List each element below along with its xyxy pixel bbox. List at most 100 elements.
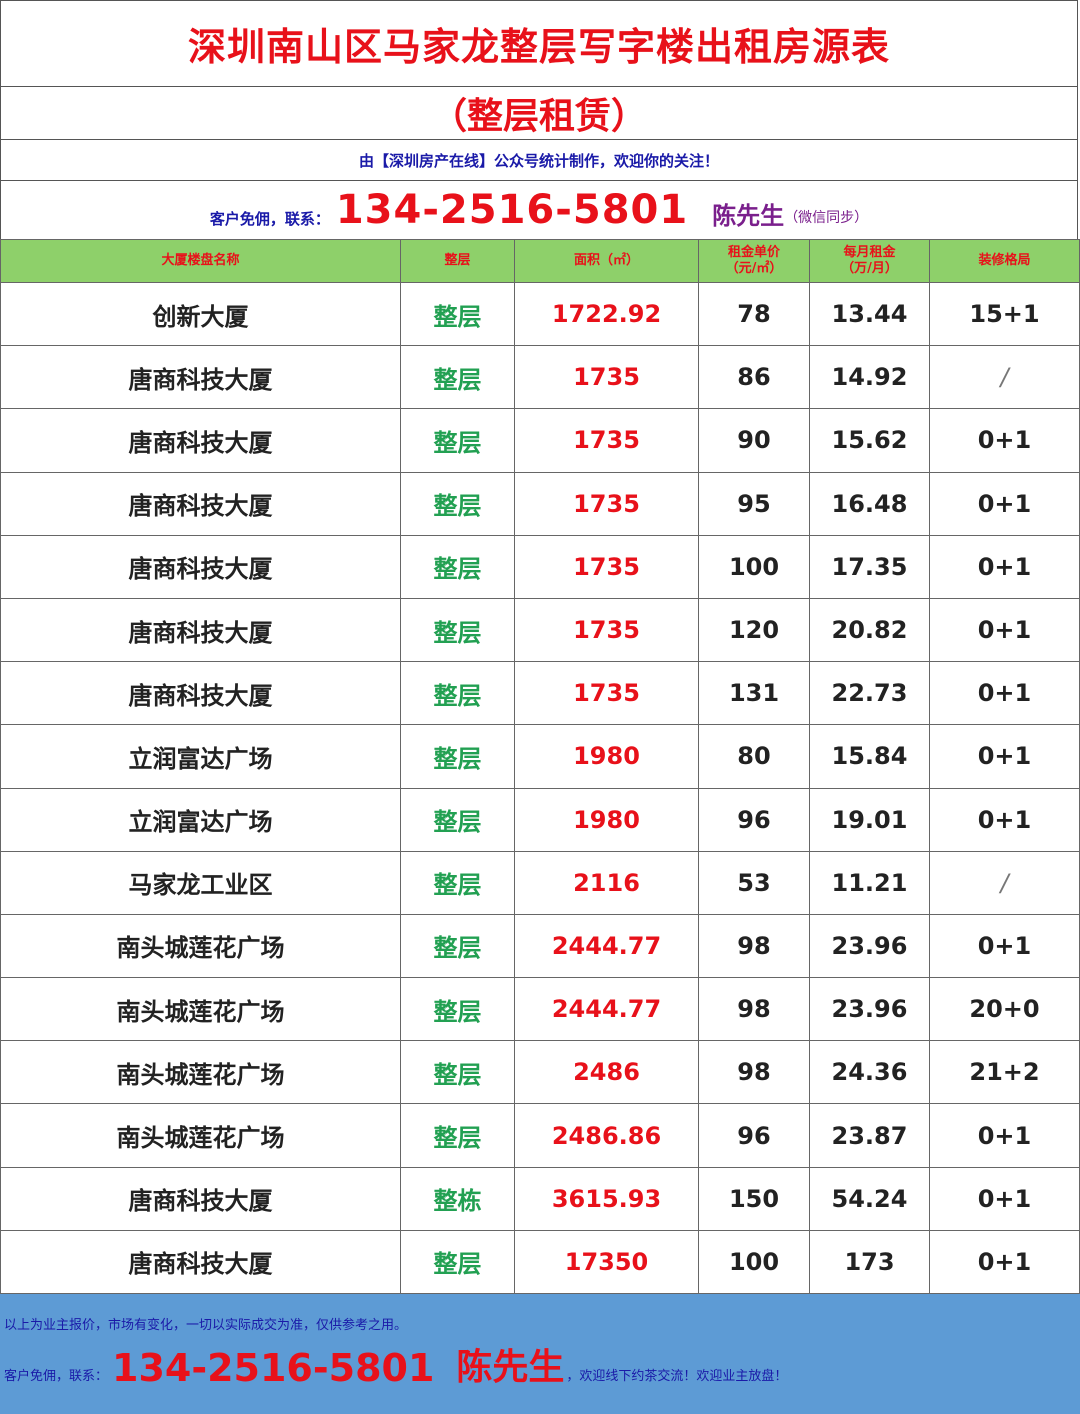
footer-panel: 以上为业主报价，市场有变化，一切以实际成交为准，仅供参考之用。 客户免佣，联系：… bbox=[0, 1294, 1080, 1414]
cell-building: 唐商科技大厦 bbox=[0, 534, 401, 599]
cell-building: 南头城莲花广场 bbox=[0, 1103, 401, 1168]
cell-area: 2444.77 bbox=[514, 977, 699, 1042]
cell-floor-type: 整层 bbox=[400, 1103, 515, 1168]
cell-area: 2116 bbox=[514, 850, 699, 915]
cell-unit-rent: 150 bbox=[698, 1166, 810, 1231]
cell-decoration: 0+1 bbox=[929, 408, 1080, 473]
cell-floor-type: 整层 bbox=[400, 597, 515, 663]
col-header-unit-rent: 租金单价 （元/㎡） bbox=[698, 239, 810, 283]
cell-unit-rent: 96 bbox=[698, 787, 810, 852]
cell-unit-rent: 90 bbox=[698, 408, 810, 473]
cell-area: 2486.86 bbox=[514, 1103, 699, 1168]
cell-decoration: / bbox=[929, 850, 1080, 915]
cell-floor-type: 整层 bbox=[400, 534, 515, 599]
cell-building: 立润富达广场 bbox=[0, 787, 401, 852]
cell-decoration: 0+1 bbox=[929, 787, 1080, 852]
cell-building: 创新大厦 bbox=[0, 281, 401, 347]
cell-monthly-rent: 24.36 bbox=[809, 1040, 930, 1105]
cell-monthly-rent: 19.01 bbox=[809, 787, 930, 852]
table-row: 马家龙工业区 整层 2116 53 11.21/ bbox=[0, 850, 1080, 915]
cell-monthly-rent: 14.92 bbox=[809, 345, 930, 410]
cell-building: 南头城莲花广场 bbox=[0, 1040, 401, 1105]
cell-area: 17350 bbox=[514, 1229, 699, 1295]
col-header-monthly-rent-text: 每月租金 （万/月） bbox=[841, 245, 898, 276]
listing-sheet: 深圳南山区马家龙整层写字楼出租房源表 （整层租赁） 由【深圳房产在线】公众号统计… bbox=[0, 0, 1080, 1414]
cell-monthly-rent: 11.21 bbox=[809, 850, 930, 915]
footer-phone: 134-2516-5801 bbox=[112, 1346, 435, 1390]
title-band: 深圳南山区马家龙整层写字楼出租房源表 bbox=[0, 0, 1078, 86]
cell-building: 立润富达广场 bbox=[0, 724, 401, 789]
contact-band: 客户免佣，联系： 134-2516-5801 陈先生 （微信同步） bbox=[0, 180, 1078, 239]
cell-building: 南头城莲花广场 bbox=[0, 977, 401, 1042]
table-row: 立润富达广场 整层 1980 96 19.01 0+1 bbox=[0, 787, 1080, 852]
cell-unit-rent: 78 bbox=[698, 281, 810, 347]
cell-decoration: 0+1 bbox=[929, 471, 1080, 536]
table-row: 唐商科技大厦 整层 1735 90 15.62 0+1 bbox=[0, 408, 1080, 473]
contact-phone: 134-2516-5801 bbox=[335, 187, 689, 233]
cell-unit-rent: 100 bbox=[698, 1229, 810, 1295]
contact-label: 客户免佣，联系： bbox=[209, 210, 330, 228]
cell-building: 唐商科技大厦 bbox=[0, 1166, 401, 1231]
credit-text: 由【深圳房产在线】公众号统计制作，欢迎你的关注！ bbox=[358, 151, 719, 170]
cell-area: 1735 bbox=[514, 661, 699, 726]
cell-floor-type: 整层 bbox=[400, 787, 515, 852]
cell-monthly-rent: 23.96 bbox=[809, 913, 930, 979]
cell-monthly-rent: 13.44 bbox=[809, 281, 930, 347]
cell-monthly-rent: 54.24 bbox=[809, 1166, 930, 1231]
page-title: 深圳南山区马家龙整层写字楼出租房源表 bbox=[187, 25, 890, 69]
cell-floor-type: 整层 bbox=[400, 408, 515, 473]
cell-decoration: 0+1 bbox=[929, 913, 1080, 979]
cell-floor-type: 整层 bbox=[400, 281, 515, 347]
disclaimer-text: 以上为业主报价，市场有变化，一切以实际成交为准，仅供参考之用。 bbox=[4, 1318, 408, 1333]
cell-area: 2444.77 bbox=[514, 913, 699, 979]
credit-band: 由【深圳房产在线】公众号统计制作，欢迎你的关注！ bbox=[0, 139, 1078, 180]
cell-unit-rent: 131 bbox=[698, 661, 810, 726]
footer-contact-name: 陈先生 bbox=[456, 1347, 565, 1388]
footer-contact: 客户免佣，联系： 134-2516-5801 陈先生 ，欢迎线下约茶交流！欢迎业… bbox=[4, 1338, 787, 1390]
cell-decoration: 21+2 bbox=[929, 1040, 1080, 1105]
listing-table: 大厦楼盘名称 整层 面积（㎡） 租金单价 （元/㎡） 每月租金 （万/月） 装修… bbox=[0, 239, 1080, 1295]
cell-decoration: 0+1 bbox=[929, 597, 1080, 663]
cell-decoration: 0+1 bbox=[929, 1103, 1080, 1168]
cell-monthly-rent: 17.35 bbox=[809, 534, 930, 599]
cell-area: 1735 bbox=[514, 408, 699, 473]
cell-building: 唐商科技大厦 bbox=[0, 408, 401, 473]
table-row: 创新大厦 整层 1722.92 78 13.44 15+1 bbox=[0, 281, 1080, 347]
cell-floor-type: 整层 bbox=[400, 471, 515, 536]
cell-decoration: 20+0 bbox=[929, 977, 1080, 1042]
cell-monthly-rent: 22.73 bbox=[809, 661, 930, 726]
table-row: 南头城莲花广场 整层 2444.77 98 23.96 20+0 bbox=[0, 977, 1080, 1042]
cell-area: 1735 bbox=[514, 597, 699, 663]
cell-floor-type: 整栋 bbox=[400, 1166, 515, 1231]
cell-unit-rent: 53 bbox=[698, 850, 810, 915]
cell-monthly-rent: 16.48 bbox=[809, 471, 930, 536]
cell-unit-rent: 86 bbox=[698, 345, 810, 410]
cell-building: 唐商科技大厦 bbox=[0, 661, 401, 726]
cell-floor-type: 整层 bbox=[400, 661, 515, 726]
table-row: 唐商科技大厦 整层 17350 100 173 0+1 bbox=[0, 1229, 1080, 1295]
cell-monthly-rent: 15.62 bbox=[809, 408, 930, 473]
cell-decoration: 0+1 bbox=[929, 1166, 1080, 1231]
cell-floor-type: 整层 bbox=[400, 345, 515, 410]
cell-building: 唐商科技大厦 bbox=[0, 471, 401, 536]
col-header-building: 大厦楼盘名称 bbox=[0, 239, 401, 283]
table-row: 立润富达广场 整层 1980 80 15.84 0+1 bbox=[0, 724, 1080, 789]
cell-unit-rent: 98 bbox=[698, 913, 810, 979]
cell-floor-type: 整层 bbox=[400, 913, 515, 979]
cell-monthly-rent: 15.84 bbox=[809, 724, 930, 789]
table-row: 唐商科技大厦 整层 1735 86 14.92/ bbox=[0, 345, 1080, 410]
contact-name: 陈先生 bbox=[712, 202, 785, 230]
cell-unit-rent: 95 bbox=[698, 471, 810, 536]
col-header-floor: 整层 bbox=[400, 239, 515, 283]
cell-building: 唐商科技大厦 bbox=[0, 1229, 401, 1295]
table-row: 唐商科技大厦 整层 1735 131 22.73 0+1 bbox=[0, 661, 1080, 726]
cell-floor-type: 整层 bbox=[400, 1229, 515, 1295]
cell-unit-rent: 100 bbox=[698, 534, 810, 599]
cell-area: 1722.92 bbox=[514, 281, 699, 347]
col-header-area: 面积（㎡） bbox=[514, 239, 699, 283]
table-row: 唐商科技大厦 整栋 3615.93 150 54.24 0+1 bbox=[0, 1166, 1080, 1231]
cell-building: 南头城莲花广场 bbox=[0, 913, 401, 979]
cell-unit-rent: 98 bbox=[698, 977, 810, 1042]
cell-area: 1735 bbox=[514, 534, 699, 599]
table-row: 唐商科技大厦 整层 1735 95 16.48 0+1 bbox=[0, 471, 1080, 536]
